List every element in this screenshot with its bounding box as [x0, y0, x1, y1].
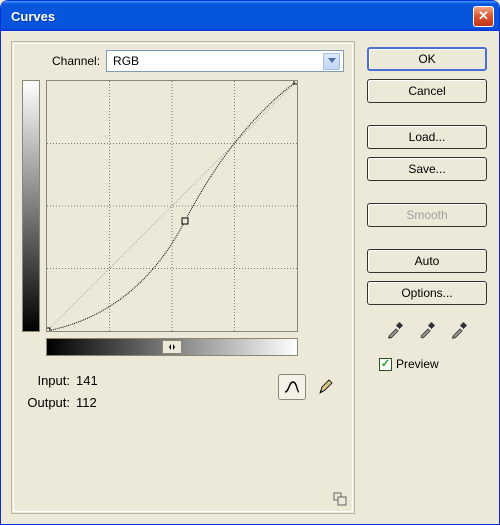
black-point-eyedropper[interactable] — [384, 319, 406, 341]
h-gradient-row — [22, 338, 344, 356]
curve-point-tool[interactable] — [278, 374, 306, 400]
output-label: Output: — [22, 392, 70, 414]
white-point-eyedropper[interactable] — [448, 319, 470, 341]
pencil-icon — [317, 378, 335, 396]
input-label: Input: — [22, 370, 70, 392]
curve-graph[interactable] — [46, 80, 298, 332]
window-title: Curves — [11, 9, 55, 24]
horizontal-gradient[interactable] — [46, 338, 298, 356]
eyedropper-icon — [385, 320, 405, 340]
vertical-gradient — [22, 80, 40, 332]
curves-dialog: Curves ✕ Channel: RGB — [0, 0, 500, 525]
close-button[interactable]: ✕ — [473, 6, 494, 27]
gray-point-eyedropper[interactable] — [416, 319, 438, 341]
channel-value: RGB — [113, 54, 139, 68]
output-value: 112 — [76, 392, 97, 414]
channel-select[interactable]: RGB — [106, 50, 344, 72]
io-row: Input: 141 Output: 112 — [22, 370, 344, 414]
smooth-button: Smooth — [367, 203, 487, 227]
curves-panel: Channel: RGB — [11, 41, 355, 514]
eyedropper-icon — [417, 320, 437, 340]
titlebar[interactable]: Curves ✕ — [1, 1, 499, 31]
auto-button[interactable]: Auto — [367, 249, 487, 273]
check-icon: ✓ — [381, 359, 390, 370]
graph-row — [22, 80, 344, 332]
input-value: 141 — [76, 370, 98, 392]
eyedropper-icon — [449, 320, 469, 340]
chevron-down-icon — [323, 53, 340, 70]
eyedropper-row — [367, 319, 487, 341]
curve-tools — [278, 374, 340, 400]
preview-row: ✓ Preview — [379, 357, 487, 371]
curve-icon — [283, 379, 301, 395]
cancel-button[interactable]: Cancel — [367, 79, 487, 103]
ok-button[interactable]: OK — [367, 47, 487, 71]
io-values: Input: 141 Output: 112 — [22, 370, 98, 414]
dialog-content: Channel: RGB — [1, 31, 499, 524]
load-button[interactable]: Load... — [367, 125, 487, 149]
gradient-midpoint-handle[interactable] — [162, 340, 182, 354]
preview-label: Preview — [396, 357, 439, 371]
curve-pencil-tool[interactable] — [312, 374, 340, 400]
options-button[interactable]: Options... — [367, 281, 487, 305]
channel-row: Channel: RGB — [52, 50, 344, 72]
button-column: OK Cancel Load... Save... Smooth Auto Op… — [367, 41, 487, 514]
close-icon: ✕ — [478, 8, 489, 24]
channel-label: Channel: — [52, 54, 100, 68]
preview-checkbox[interactable]: ✓ — [379, 358, 392, 371]
resize-grip-icon[interactable] — [332, 491, 348, 507]
save-button[interactable]: Save... — [367, 157, 487, 181]
